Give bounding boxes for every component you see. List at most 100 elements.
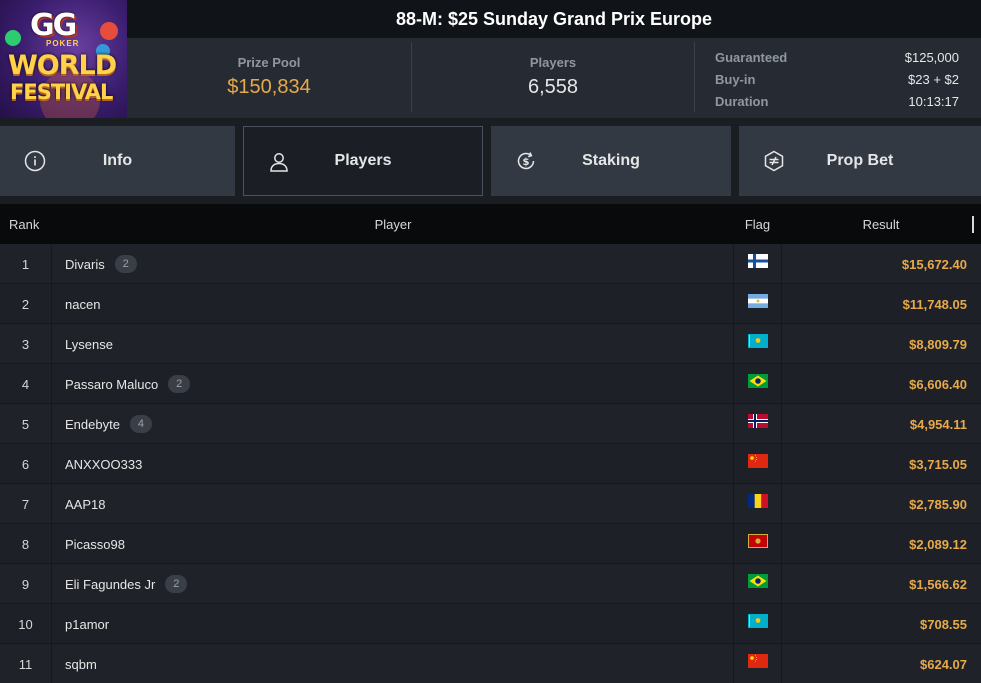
player-name[interactable]: Lysense	[65, 337, 113, 352]
result-cell: $8,809.79	[909, 336, 967, 352]
tournament-stats: Prize Pool $150,834 Players 6,558 Guaran…	[127, 38, 981, 118]
tab-label: Prop Bet	[826, 152, 894, 169]
svg-text:$: $	[523, 157, 530, 168]
flag-cell	[733, 324, 782, 364]
player-cell[interactable]: Lysense	[65, 324, 113, 364]
info-icon	[24, 150, 46, 172]
table-row[interactable]: 7 AAP18 $2,785.90	[0, 484, 981, 524]
tab-label: Players	[334, 152, 392, 169]
player-name[interactable]: nacen	[65, 297, 100, 312]
montenegro-flag-icon	[747, 534, 768, 548]
result-cell: $6,606.40	[909, 376, 967, 392]
player-cell[interactable]: Divaris 2	[65, 244, 137, 284]
flag-cell	[733, 404, 782, 444]
result-cell: $624.07	[920, 656, 967, 672]
dollar-refresh-icon: $	[517, 152, 535, 170]
column-header-player[interactable]: Player	[53, 204, 733, 244]
rank-cell: 9	[0, 564, 52, 604]
player-name[interactable]: Passaro Maluco	[65, 377, 158, 392]
player-name[interactable]: ANXXOO333	[65, 457, 142, 472]
tab-label: Staking	[582, 152, 640, 169]
brazil-flag-icon	[747, 574, 768, 588]
table-row[interactable]: 11 sqbm $624.07	[0, 644, 981, 683]
tournament-header: GG POKER WORLD FESTIVAL 88-M: $25 Sunday…	[0, 0, 981, 118]
tab-bar: Info Players $ Staking Prop Bet	[0, 118, 981, 204]
norway-flag-icon	[747, 414, 768, 428]
table-row[interactable]: 3 Lysense $8,809.79	[0, 324, 981, 364]
player-cell[interactable]: Picasso98	[65, 524, 125, 564]
prize-pool-label: Prize Pool	[237, 55, 301, 70]
player-name[interactable]: Endebyte	[65, 417, 120, 432]
player-name[interactable]: Picasso98	[65, 537, 125, 552]
rank-cell: 10	[0, 604, 52, 644]
argentina-flag-icon	[747, 294, 768, 308]
rank-cell: 3	[0, 324, 52, 364]
kazakhstan-flag-icon	[747, 614, 768, 628]
result-cell: $2,785.90	[909, 496, 967, 512]
tab-staking[interactable]: $ Staking	[491, 126, 731, 196]
player-cell[interactable]: ANXXOO333	[65, 444, 142, 484]
rank-cell: 1	[0, 244, 52, 284]
finland-flag-icon	[747, 254, 768, 268]
player-name[interactable]: Eli Fagundes Jr	[65, 577, 155, 592]
player-name[interactable]: sqbm	[65, 657, 97, 672]
result-cell: $11,748.05	[902, 296, 967, 312]
detail-buy-in: Buy-in $23 + $2	[715, 71, 959, 87]
detail-duration: Duration 10:13:17	[715, 93, 959, 109]
flag-cell	[733, 244, 782, 284]
player-cell[interactable]: nacen	[65, 284, 100, 324]
flag-cell	[733, 444, 782, 484]
rank-cell: 5	[0, 404, 52, 444]
flag-cell	[733, 604, 782, 644]
tab-info[interactable]: Info	[0, 126, 235, 196]
table-row[interactable]: 6 ANXXOO333 $3,715.05	[0, 444, 981, 484]
flag-cell	[733, 364, 782, 404]
brazil-flag-icon	[747, 374, 768, 388]
divider	[694, 42, 695, 112]
result-cell: $1,566.62	[909, 576, 967, 592]
player-cell[interactable]: p1amor	[65, 604, 109, 644]
rank-cell: 2	[0, 284, 52, 324]
result-cell: $15,672.40	[901, 256, 967, 272]
player-cell[interactable]: sqbm	[65, 644, 97, 683]
detail-guaranteed: Guaranteed $125,000	[715, 49, 959, 65]
player-name[interactable]: AAP18	[65, 497, 105, 512]
tournament-title: 88-M: $25 Sunday Grand Prix Europe	[127, 0, 981, 38]
players-stat: Players 6,558	[411, 38, 695, 118]
column-header-result[interactable]: Result	[782, 204, 980, 244]
result-cell: $2,089.12	[909, 536, 967, 552]
column-header-flag[interactable]: Flag	[733, 204, 782, 244]
players-value: 6,558	[527, 76, 579, 98]
entries-badge: 4	[129, 415, 152, 433]
player-cell[interactable]: AAP18	[65, 484, 105, 524]
gg-world-festival-logo: GG POKER WORLD FESTIVAL	[0, 0, 127, 118]
rank-cell: 8	[0, 524, 52, 564]
tab-prop-bet[interactable]: Prop Bet	[739, 126, 981, 196]
scrollbar-thumb[interactable]	[972, 216, 974, 233]
china-flag-icon	[747, 654, 768, 668]
column-header-rank[interactable]: Rank	[9, 204, 39, 244]
result-cell: $4,954.11	[909, 416, 967, 432]
flag-cell	[733, 524, 782, 564]
table-row[interactable]: 1 Divaris 2 $15,672.40	[0, 244, 981, 284]
table-row[interactable]: 8 Picasso98 $2,089.12	[0, 524, 981, 564]
table-row[interactable]: 4 Passaro Maluco 2 $6,606.40	[0, 364, 981, 404]
flag-cell	[733, 564, 782, 604]
player-cell[interactable]: Eli Fagundes Jr 2	[65, 564, 188, 604]
table-row[interactable]: 9 Eli Fagundes Jr 2 $1,566.62	[0, 564, 981, 604]
tab-players[interactable]: Players	[243, 126, 483, 196]
table-row[interactable]: 10 p1amor $708.55	[0, 604, 981, 644]
rank-cell: 6	[0, 444, 52, 484]
rank-cell: 4	[0, 364, 52, 404]
table-row[interactable]: 2 nacen $11,748.05	[0, 284, 981, 324]
player-name[interactable]: Divaris	[65, 257, 105, 272]
player-cell[interactable]: Passaro Maluco 2	[65, 364, 191, 404]
player-name[interactable]: p1amor	[65, 617, 109, 632]
table-row[interactable]: 5 Endebyte 4 $4,954.11	[0, 404, 981, 444]
tab-label: Info	[102, 152, 133, 169]
entries-badge: 2	[165, 575, 188, 593]
kazakhstan-flag-icon	[747, 334, 768, 348]
player-cell[interactable]: Endebyte 4	[65, 404, 152, 444]
user-icon	[270, 153, 288, 172]
flag-cell	[733, 484, 782, 524]
